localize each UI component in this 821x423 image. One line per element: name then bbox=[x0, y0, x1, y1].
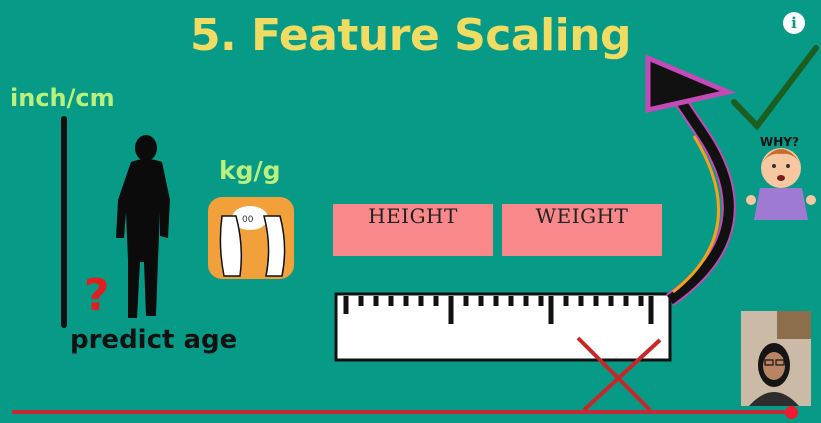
predict-age-label: predict age bbox=[70, 325, 238, 355]
confused-kid-icon bbox=[746, 148, 816, 220]
slide-title: 5. Feature Scaling bbox=[189, 10, 632, 61]
progress-scrubber-handle[interactable] bbox=[785, 406, 798, 419]
feature-height-box: HEIGHT bbox=[333, 204, 493, 256]
question-mark-icon: ? bbox=[84, 270, 110, 321]
curved-arrow-icon bbox=[645, 54, 737, 306]
presenter-webcam bbox=[741, 311, 811, 406]
height-unit-label: inch/cm bbox=[10, 84, 115, 112]
presenter-icon bbox=[741, 311, 811, 406]
scale-reading: 00 bbox=[242, 215, 254, 225]
height-measure-bar bbox=[61, 116, 67, 328]
cross-icon bbox=[576, 336, 662, 412]
why-label: WHY? bbox=[760, 135, 799, 149]
feature-weight-box: WEIGHT bbox=[502, 204, 662, 256]
video-progress-bar[interactable] bbox=[12, 410, 795, 414]
info-icon[interactable]: i bbox=[783, 12, 805, 34]
video-frame[interactable]: 5. Feature Scaling i inch/cm ? predict a… bbox=[0, 0, 821, 423]
weight-unit-label: kg/g bbox=[219, 156, 281, 185]
ruler-icon bbox=[334, 292, 672, 362]
